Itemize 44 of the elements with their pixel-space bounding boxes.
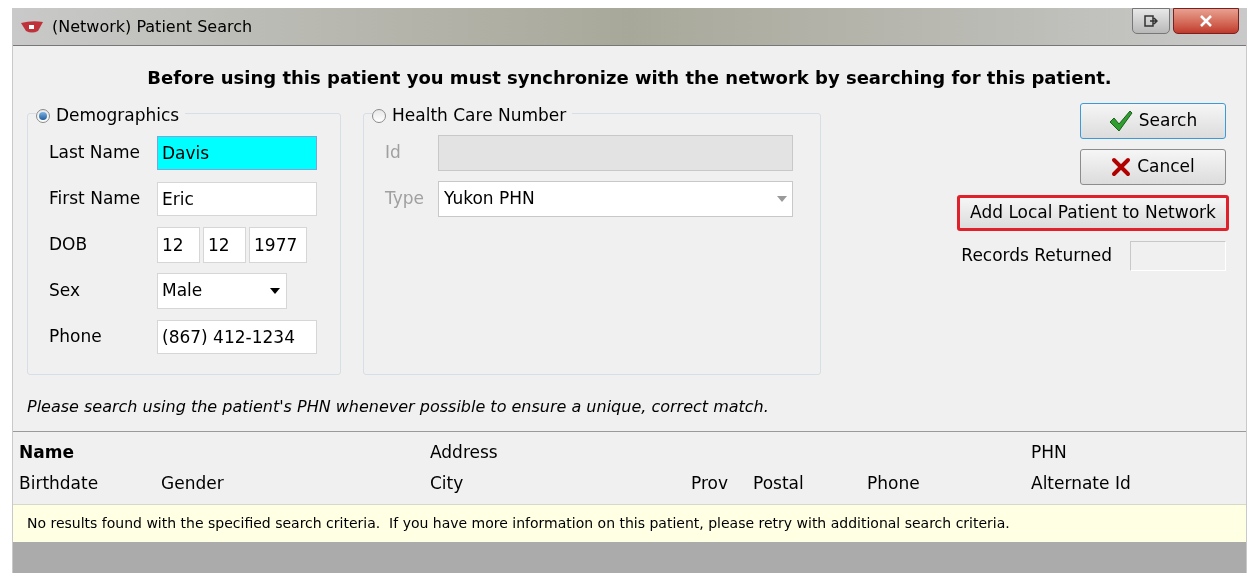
no-results-message: No results found with the specified search criteria. If you have more information on this patient, please retry with additional search criteria.	[13, 504, 1246, 542]
window-title: (Network) Patient Search	[52, 15, 253, 38]
records-returned-label: Records Returned	[961, 244, 1112, 268]
date-part-field[interactable]: 12	[157, 227, 200, 263]
field-label: Phone	[49, 325, 103, 349]
radio-button[interactable]	[36, 108, 50, 123]
column-header: Name	[19, 441, 75, 465]
dropdown-arrow-icon	[777, 196, 787, 202]
dropdown-arrow-icon	[270, 288, 280, 294]
group-label: Health Care Number	[392, 104, 567, 127]
date-part-field[interactable]: 12	[203, 227, 246, 263]
search-hint: Please search using the patient's PHN whenever possible to ensure a unique, correct match.	[26, 396, 770, 418]
sex-dropdown[interactable]: Male	[157, 273, 287, 309]
close-icon	[1200, 15, 1212, 27]
column-header: Address	[430, 441, 499, 465]
cancel-button[interactable]: Cancel	[1080, 149, 1226, 185]
column-header: Prov	[691, 472, 730, 496]
search-button[interactable]: Search	[1080, 103, 1226, 139]
text-field[interactable]: Eric	[157, 182, 317, 216]
column-header: Phone	[867, 472, 921, 496]
text-field[interactable]: Davis	[157, 136, 317, 170]
column-header: Alternate Id	[1031, 472, 1131, 496]
close-button[interactable]	[1173, 8, 1239, 34]
column-header: PHN	[1031, 441, 1067, 465]
cross-icon	[1111, 157, 1132, 177]
field-label: Type	[385, 187, 426, 211]
field-label: Sex	[49, 279, 81, 303]
restore-icon	[1144, 15, 1158, 27]
field-label: Id	[385, 141, 402, 165]
column-header: Gender	[161, 472, 225, 496]
field-label: Last Name	[49, 141, 141, 165]
field-label: First Name	[49, 187, 142, 211]
column-header: Postal	[753, 472, 805, 496]
field-label: DOB	[49, 233, 89, 257]
checkmark-icon	[1108, 110, 1133, 132]
text-field[interactable]: (867) 412-1234	[157, 320, 317, 354]
date-part-field[interactable]: 1977	[249, 227, 307, 263]
sync-notice: Before using this patient you must synchronize with the network by searching for this patient.	[146, 66, 1113, 90]
restore-button[interactable]	[1132, 8, 1170, 34]
group-label: Demographics	[56, 104, 180, 127]
column-header: Birthdate	[19, 472, 100, 496]
add-to-network-button[interactable]: Add Local Patient to Network	[957, 195, 1229, 231]
column-header: City	[430, 472, 465, 496]
app-logo-icon	[20, 19, 44, 34]
